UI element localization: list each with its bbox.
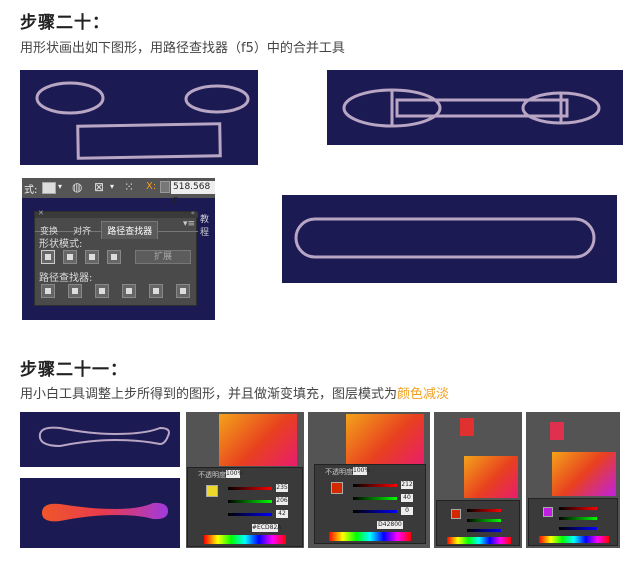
fill-swatch[interactable] [206, 485, 218, 497]
g-slider[interactable] [467, 519, 501, 522]
fill-swatch[interactable] [331, 482, 343, 494]
spectrum-bar[interactable] [329, 532, 411, 541]
panel-tabs: 变换 对齐 路径查找器 ▾≡ [35, 219, 198, 239]
step21-desc-text: 用小白工具调整上步所得到的图形，并且做渐变填充，图层模式为 [20, 387, 398, 402]
merged-shape-image [282, 195, 617, 283]
opacity-label: 不透明度: [325, 468, 356, 476]
step21-title: 步骤二十一： [20, 360, 128, 380]
grid-icon[interactable]: ⊠ [94, 180, 104, 194]
collapse-icon[interactable]: « [191, 209, 195, 217]
g-value[interactable]: 40 [401, 494, 413, 502]
adjusted-shape-image [20, 412, 180, 467]
r-slider[interactable] [228, 487, 272, 490]
trim-icon[interactable] [68, 284, 82, 298]
b-slider[interactable] [559, 527, 597, 530]
chevron-down-icon[interactable]: ▾ [58, 182, 62, 191]
spectrum-bar[interactable] [204, 535, 286, 544]
gradient-panel-screenshot-2: 不透明度: 100% 212 40 0 D42800 [308, 412, 430, 548]
r-slider[interactable] [353, 484, 397, 487]
style-swatch[interactable] [42, 182, 56, 194]
b-value[interactable]: 42 [276, 510, 288, 518]
b-slider[interactable] [353, 510, 397, 513]
b-slider[interactable] [228, 513, 272, 516]
step21-description: 用小白工具调整上步所得到的图形，并且做渐变填充，图层模式为颜色减淡 [20, 383, 449, 402]
minus-back-icon[interactable] [176, 284, 190, 298]
merge-icon[interactable] [95, 284, 109, 298]
x-label: X: [146, 181, 157, 192]
color-panel: 不透明度: 100% 212 40 0 D42800 [314, 464, 426, 544]
unite-icon[interactable] [41, 250, 55, 264]
opacity-input[interactable]: 100% [226, 470, 243, 478]
gradient-preview [464, 456, 518, 498]
b-slider[interactable] [467, 529, 501, 532]
gradient-preview [219, 414, 297, 466]
step21-highlight: 颜色减淡 [397, 387, 450, 402]
color-swatches [460, 418, 474, 436]
r-value[interactable]: 235 [276, 484, 288, 492]
minus-front-icon[interactable] [63, 250, 77, 264]
globe-icon[interactable]: ◍ [72, 180, 82, 194]
gradient-preview [346, 414, 424, 466]
color-panel [436, 500, 520, 546]
behind-text: 教程 [200, 215, 210, 238]
crop-icon[interactable] [122, 284, 136, 298]
panel-header: ✕ « [35, 209, 198, 218]
tab-pathfinder[interactable]: 路径查找器 [101, 221, 159, 239]
gradient-panel-screenshot-4 [526, 412, 620, 548]
reference-point-icon[interactable]: ⁙ [124, 180, 134, 194]
g-slider[interactable] [353, 497, 397, 500]
pathfinder-screenshot: 式: ▾ ◍ ⊠ ▾ ⁙ X: 518.568 p ✕ « 变换 对齐 路径查找… [22, 178, 215, 320]
spectrum-bar[interactable] [539, 536, 609, 543]
r-slider[interactable] [559, 507, 597, 510]
exclude-icon[interactable] [107, 250, 121, 264]
opacity-label: 不透明度: [198, 471, 229, 479]
g-slider[interactable] [559, 517, 597, 520]
b-value[interactable]: 0 [401, 507, 413, 515]
g-value[interactable]: 206 [276, 497, 288, 505]
g-slider[interactable] [228, 500, 272, 503]
color-swatches [550, 422, 564, 440]
style-label: 式: [24, 185, 38, 196]
x-field-icon[interactable] [160, 181, 170, 193]
r-value[interactable]: 212 [401, 481, 413, 489]
chevron-down-icon[interactable]: ▾ [110, 182, 114, 191]
close-icon[interactable]: ✕ [38, 209, 44, 217]
gradient-panel-screenshot-3 [434, 412, 522, 548]
fill-swatch[interactable] [543, 507, 553, 517]
pathfinder-panel: ✕ « 变换 对齐 路径查找器 ▾≡ 形状模式: 扩展 路径查找器: [34, 209, 198, 306]
x-input[interactable]: 518.568 p [171, 181, 215, 205]
fill-swatch[interactable] [451, 509, 461, 519]
gradient-preview [552, 452, 616, 496]
gradient-shape-image [20, 478, 180, 548]
shapes-arranged-image [327, 70, 623, 145]
r-slider[interactable] [467, 509, 501, 512]
expand-button[interactable]: 扩展 [135, 250, 191, 264]
color-panel [528, 498, 618, 546]
outline-icon[interactable] [149, 284, 163, 298]
divide-icon[interactable] [41, 284, 55, 298]
step20-title: 步骤二十： [20, 13, 110, 33]
control-bar: 式: ▾ ◍ ⊠ ▾ ⁙ X: 518.568 p [22, 178, 215, 205]
hex-input[interactable]: D42800 [377, 521, 403, 529]
intersect-icon[interactable] [85, 250, 99, 264]
panel-menu-icon[interactable]: ▾≡ [183, 219, 195, 229]
opacity-input[interactable]: 100% [353, 467, 370, 475]
color-panel: 不透明度: 100% 235 206 42 #ECD82A [187, 467, 303, 547]
pathfinders-label: 路径查找器: [39, 273, 93, 284]
gradient-panel-screenshot-1: 不透明度: 100% 235 206 42 #ECD82A [186, 412, 304, 548]
shapes-separate-image [20, 70, 258, 165]
spectrum-bar[interactable] [447, 537, 511, 544]
step20-description: 用形状画出如下图形，用路径查找器（f5）中的合并工具 [20, 41, 345, 56]
shape-modes-label: 形状模式: [39, 239, 83, 250]
hex-input[interactable]: #ECD82A [252, 524, 281, 532]
